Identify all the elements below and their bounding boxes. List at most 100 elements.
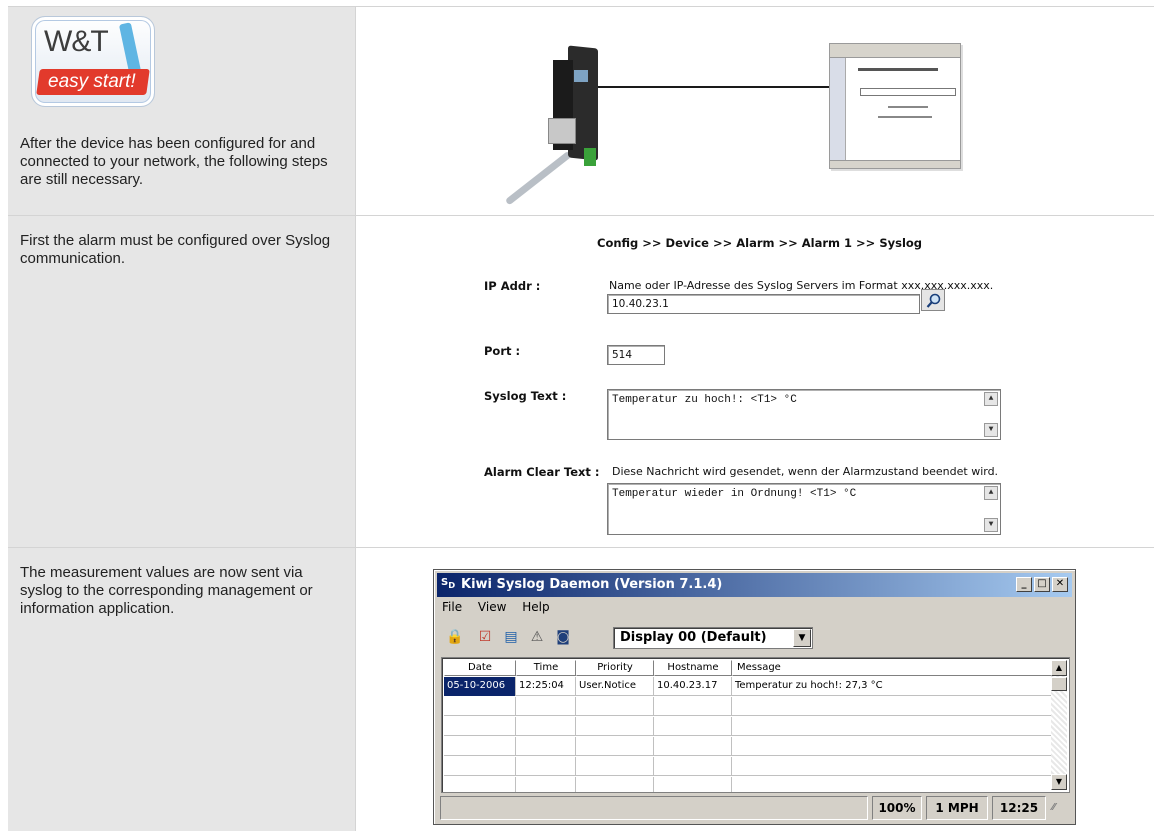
empty-cell	[654, 697, 732, 716]
display-select-value: Display 00 (Default)	[620, 630, 767, 645]
status-bar: 100% 1 MPH 12:25 ⁄⁄	[440, 796, 1072, 820]
syslog-text-label: Syslog Text :	[484, 389, 567, 403]
syslog-text-value: Temperatur zu hoch!: <T1> °C	[612, 394, 797, 406]
scroll-down-icon[interactable]: ▼	[984, 518, 998, 532]
logo-brand: W&T	[44, 25, 109, 58]
browser-status-bar	[830, 160, 960, 168]
empty-cell	[444, 757, 516, 776]
status-rate: 1 MPH	[926, 796, 988, 820]
column-header-hostname[interactable]: Hostname	[654, 660, 732, 676]
row-divider	[8, 215, 1154, 216]
column-header-date[interactable]: Date	[444, 660, 516, 676]
menu-file[interactable]: File	[442, 600, 462, 614]
empty-cell	[516, 777, 576, 792]
empty-cell	[654, 777, 732, 792]
column-header-message[interactable]: Message	[732, 660, 1052, 676]
empty-cell	[444, 777, 516, 792]
breadcrumb: Config >> Device >> Alarm >> Alarm 1 >> …	[597, 236, 923, 250]
lookup-button[interactable]	[921, 289, 945, 311]
alarm-clear-text-area[interactable]: Temperatur wieder in Ordnung! <T1> °C ▲ …	[607, 483, 1001, 535]
logo-tagline: easy start!	[48, 71, 136, 92]
empty-cell	[444, 697, 516, 716]
step-1-text: After the device has been configured for…	[20, 135, 328, 188]
ip-addr-input[interactable]: 10.40.23.1	[607, 294, 920, 314]
table-row-empty[interactable]	[444, 757, 1052, 776]
textarea-scrollbar[interactable]: ▲ ▼	[984, 486, 998, 532]
cell-time: 12:25:04	[516, 677, 576, 696]
table-row-empty[interactable]	[444, 717, 1052, 736]
cell-date: 05-10-2006	[444, 677, 516, 696]
table-row-empty[interactable]	[444, 777, 1052, 792]
browser-text-line	[888, 106, 928, 108]
table-row-empty[interactable]	[444, 737, 1052, 756]
column-header-priority[interactable]: Priority	[576, 660, 654, 676]
cell-message: Temperatur zu hoch!: 27,3 °C	[735, 680, 883, 691]
warning-icon[interactable]: ⚠	[528, 628, 546, 646]
empty-cell	[576, 697, 654, 716]
cell-hostname: 10.40.23.17	[654, 677, 732, 696]
syslog-text-area[interactable]: Temperatur zu hoch!: <T1> °C ▲ ▼	[607, 389, 1001, 440]
row-divider	[8, 547, 1154, 548]
vertical-scrollbar[interactable]: ▲ ▼	[1051, 660, 1067, 790]
scroll-up-icon[interactable]: ▲	[984, 392, 998, 406]
scroll-down-icon[interactable]: ▼	[1051, 774, 1067, 790]
column-header-time[interactable]: Time	[516, 660, 576, 676]
empty-cell	[576, 777, 654, 792]
empty-cell	[444, 717, 516, 736]
table-row[interactable]: 05-10-2006 12:25:04 User.Notice 10.40.23…	[444, 677, 1052, 696]
kiwi-app-icon: SD	[441, 577, 456, 590]
toolbar: 🔒 ☑ ▤ ⚠ ◙ Display 00 (Default) ▼	[440, 622, 1070, 652]
menu-help[interactable]: Help	[522, 600, 549, 614]
window-icon[interactable]: ◙	[554, 628, 572, 646]
sensor-connector	[548, 118, 576, 144]
window-title-bar[interactable]: SD Kiwi Syslog Daemon (Version 7.1.4) _ …	[437, 573, 1072, 597]
graph-icon[interactable]: ▤	[502, 628, 520, 646]
wt-easy-start-logo: W&T easy start!	[31, 16, 155, 107]
cell-priority: User.Notice	[576, 677, 654, 696]
port-label: Port :	[484, 344, 521, 358]
scroll-down-icon[interactable]: ▼	[984, 423, 998, 437]
browser-screenshot-thumbnail	[829, 43, 961, 169]
empty-cell	[654, 757, 732, 776]
alarm-clear-description: Diese Nachricht wird gesendet, wenn der …	[612, 465, 999, 478]
lock-icon[interactable]: 🔒	[446, 628, 464, 646]
checklist-icon[interactable]: ☑	[476, 628, 494, 646]
empty-cell	[654, 737, 732, 756]
menu-view[interactable]: View	[478, 600, 506, 614]
browser-toolbar	[830, 44, 960, 58]
magnifier-icon	[926, 293, 941, 308]
status-percent: 100%	[872, 796, 922, 820]
alarm-clear-label: Alarm Clear Text :	[484, 465, 600, 479]
ethernet-port	[574, 70, 588, 82]
resize-grip-icon[interactable]: ⁄⁄	[1052, 802, 1055, 813]
port-input[interactable]: 514	[607, 345, 665, 365]
empty-cell	[516, 737, 576, 756]
display-select[interactable]: Display 00 (Default) ▼	[613, 627, 813, 649]
browser-page-title	[858, 68, 938, 71]
maximize-icon[interactable]: □	[1034, 577, 1050, 592]
step-2-text: First the alarm must be configured over …	[20, 232, 331, 267]
empty-cell	[516, 757, 576, 776]
cable-icon	[118, 22, 142, 74]
browser-table	[860, 88, 956, 96]
empty-cell	[654, 717, 732, 736]
empty-cell	[444, 737, 516, 756]
textarea-scrollbar[interactable]: ▲ ▼	[984, 392, 998, 437]
table-row-empty[interactable]	[444, 697, 1052, 716]
browser-sidebar	[830, 58, 846, 162]
menu-bar: File View Help	[442, 600, 562, 614]
scroll-thumb[interactable]	[1051, 677, 1067, 691]
browser-text-line	[878, 116, 932, 118]
scroll-up-icon[interactable]: ▲	[984, 486, 998, 500]
empty-cell	[576, 737, 654, 756]
minimize-icon[interactable]: _	[1016, 577, 1032, 592]
ip-addr-label: IP Addr :	[484, 279, 541, 293]
alarm-clear-value: Temperatur wieder in Ordnung! <T1> °C	[612, 488, 857, 500]
empty-cell	[516, 697, 576, 716]
empty-cell	[576, 717, 654, 736]
scroll-up-icon[interactable]: ▲	[1051, 660, 1067, 676]
close-icon[interactable]: ✕	[1052, 577, 1068, 592]
left-column-bg	[8, 6, 355, 831]
row-divider	[8, 6, 1154, 7]
chevron-down-icon[interactable]: ▼	[793, 629, 811, 647]
